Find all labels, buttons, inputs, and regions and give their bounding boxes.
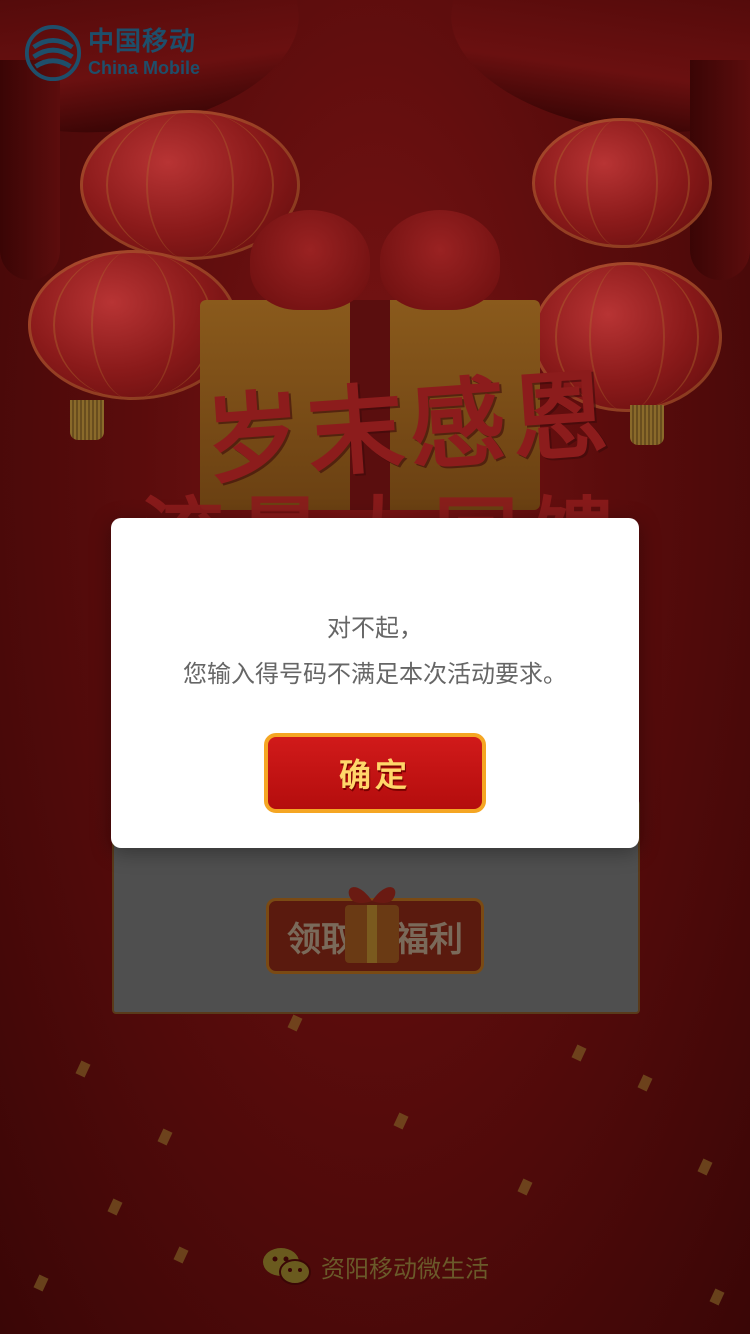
dialog-message-title: 对不起， [327, 614, 423, 642]
confetti [571, 1044, 587, 1062]
alert-dialog: 对不起， 您输入得号码不满足本次活动要求。 确定 [111, 518, 639, 848]
china-mobile-logo: 中国移动 China Mobile [24, 24, 200, 82]
brand-name-cn: 中国移动 [88, 27, 197, 57]
gift-icon [345, 887, 399, 963]
footer: 资阳移动微生活 [0, 1245, 750, 1287]
confirm-button-label: 确定 [338, 756, 411, 794]
confetti [697, 1158, 713, 1176]
bow-loop [250, 210, 370, 310]
confetti [517, 1178, 533, 1196]
gift-bow [250, 200, 500, 320]
confetti [107, 1198, 123, 1216]
confirm-button[interactable]: 确定 [264, 733, 486, 813]
confetti [393, 1112, 409, 1130]
confetti [637, 1074, 653, 1092]
bow-loop [380, 210, 500, 310]
confetti [75, 1060, 91, 1078]
footer-account-name: 资阳移动微生活 [321, 1254, 489, 1283]
confetti [157, 1128, 173, 1146]
brand-name-en: China Mobile [88, 58, 200, 78]
claim-benefit-button[interactable]: 领取 福利 [266, 887, 484, 974]
lantern-tassel [70, 400, 104, 440]
wechat-icon [263, 1248, 311, 1285]
china-mobile-logo-icon [24, 24, 82, 82]
lantern [532, 118, 712, 248]
dialog-message-body: 您输入得号码不满足本次活动要求。 [183, 660, 567, 688]
confetti [287, 1014, 303, 1032]
lantern-tassel [630, 405, 664, 445]
confetti [709, 1288, 725, 1306]
curtain-tail-left [0, 60, 60, 280]
page: 岁末感恩 流量大回馈 中国移动 China Mobile 领取 福利 [0, 0, 750, 1334]
